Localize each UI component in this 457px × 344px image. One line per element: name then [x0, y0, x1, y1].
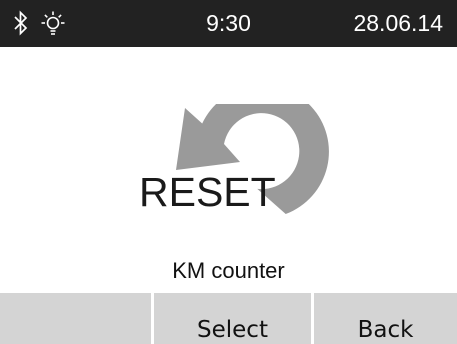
function-name-label: KM counter	[172, 258, 285, 283]
select-button-label: Select	[197, 317, 268, 343]
reset-label: RESET	[139, 169, 276, 215]
back-button[interactable]: Back	[314, 293, 457, 344]
status-date: 28.06.14	[353, 10, 443, 36]
softkey-bar: Select Back	[0, 293, 457, 344]
back-button-label: Back	[357, 317, 414, 343]
device-screen: 9:30 28.06.14 RESET KM counter Select Ba…	[0, 0, 457, 344]
softkey-left[interactable]	[0, 293, 151, 344]
select-button[interactable]: Select	[154, 293, 311, 344]
status-bar: 9:30 28.06.14	[0, 0, 457, 47]
